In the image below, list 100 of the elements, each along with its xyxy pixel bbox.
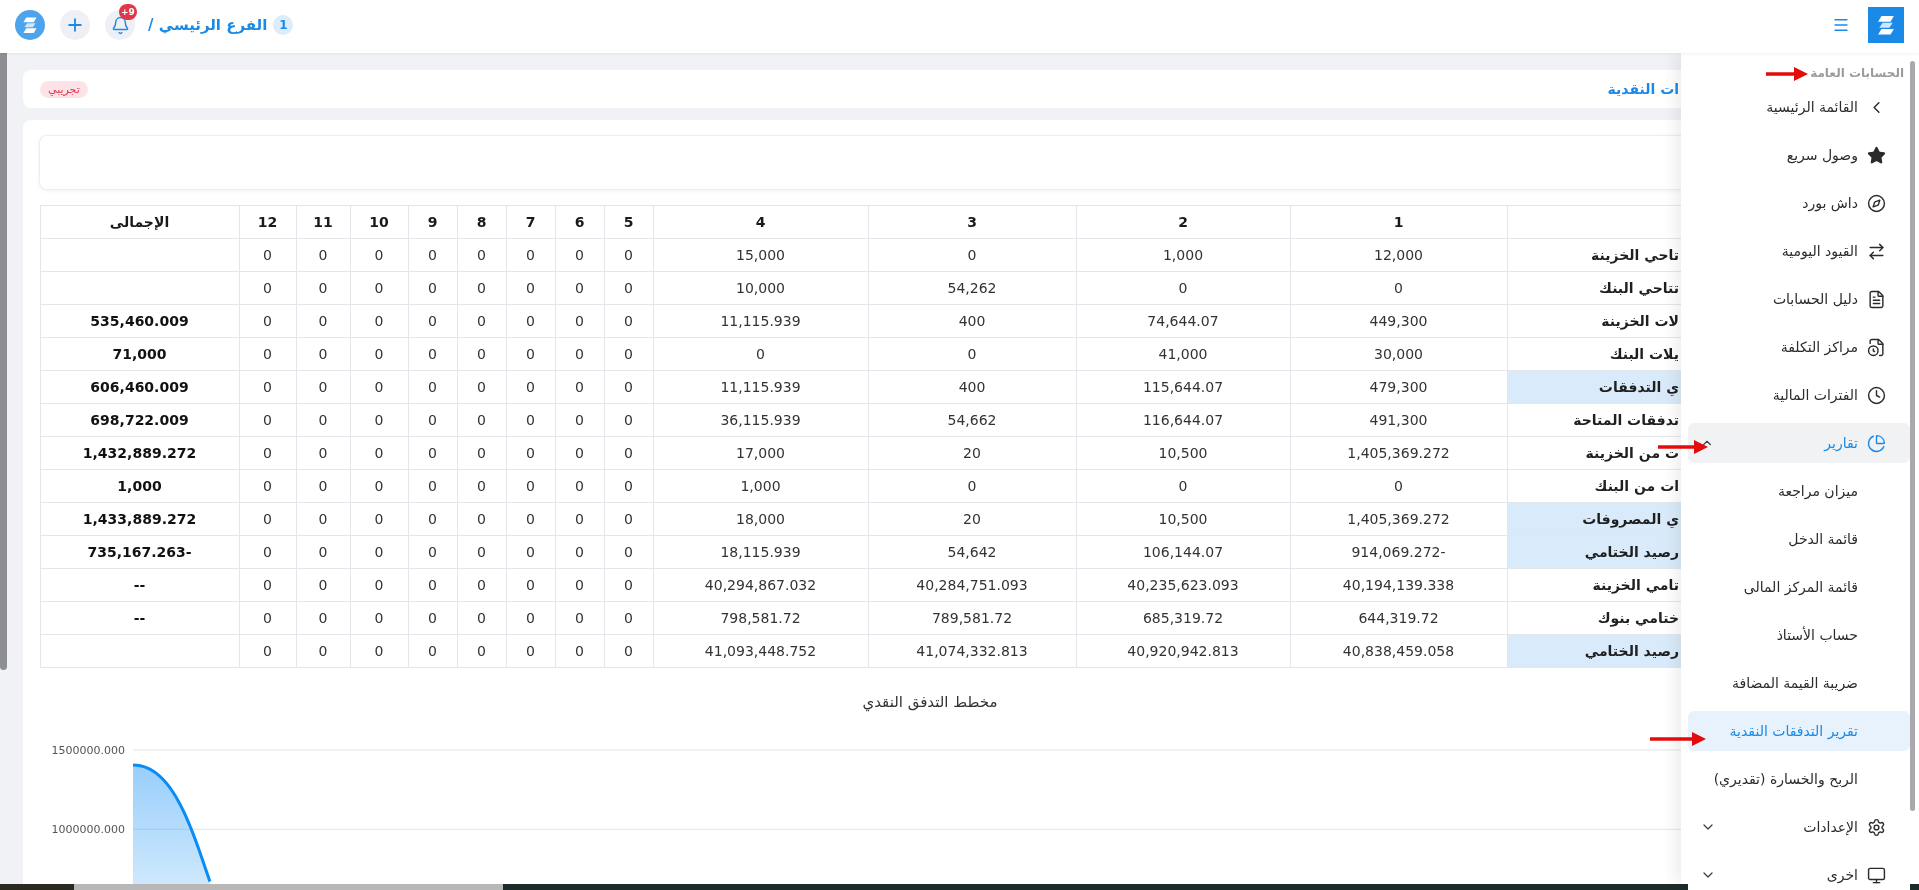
table-cell: 0 [604, 337, 653, 371]
table-cell: 40,194,139.338 [1290, 568, 1507, 602]
table-cell: 0 [408, 370, 457, 404]
table-cell: 0 [239, 337, 296, 371]
table-cell: 0 [296, 403, 350, 437]
row-label: تاحي الخزينة [1507, 238, 1681, 272]
table-cell: 0 [239, 469, 296, 503]
table-cell: 0 [653, 337, 868, 371]
column-header: 4 [653, 205, 868, 239]
row-label: تدفقات المتاحة [1507, 403, 1681, 437]
table-cell: 0 [457, 436, 506, 470]
table-cell: 0 [555, 238, 604, 272]
table-cell: 0 [350, 601, 408, 635]
table-cell: 0 [604, 271, 653, 305]
table-cell: 0 [457, 601, 506, 635]
add-button[interactable] [60, 10, 90, 40]
logo-icon [15, 10, 45, 40]
table-cell: 0 [296, 436, 350, 470]
table-cell: 0 [604, 238, 653, 272]
table-cell: 0 [350, 634, 408, 668]
plus-icon [65, 15, 85, 35]
table-cell: 0 [408, 403, 457, 437]
table-cell: 0 [408, 436, 457, 470]
section-title: الحسابات العامة [1810, 66, 1905, 80]
scrollbar-thumb[interactable] [1910, 61, 1915, 811]
table-cell: 0 [1076, 469, 1290, 503]
table-cell: 0 [350, 568, 408, 602]
table-cell: 116,644.07 [1076, 403, 1290, 437]
table-cell: 0 [350, 370, 408, 404]
table-cell: 40,235,623.093 [1076, 568, 1290, 602]
table-cell: 0 [604, 568, 653, 602]
axis-label: 1500000.000 [51, 744, 125, 757]
axis-label: 1000000.000 [51, 823, 125, 837]
table-cell: 1,405,369.272 [1290, 502, 1507, 536]
table-cell: 74,644.07 [1076, 304, 1290, 338]
demo-label: تجريبي [40, 80, 88, 98]
table-cell: 0 [457, 568, 506, 602]
document-icon [1867, 289, 1886, 309]
table-cell: 0 [350, 337, 408, 371]
table-cell: 0 [506, 370, 555, 404]
row-label: ختامي بنوك [1507, 601, 1681, 635]
table-cell: 0 [457, 634, 506, 668]
compass-icon [1867, 193, 1886, 213]
table-cell: 0 [296, 370, 350, 404]
table-cell: 30,000 [1290, 337, 1507, 371]
table-cell: 0 [457, 403, 506, 437]
table-cell: 0 [239, 403, 296, 437]
table-cell: 0 [239, 568, 296, 602]
column-header: 8 [457, 205, 506, 239]
table-cell: 0 [239, 502, 296, 536]
branch-name[interactable]: الفرع الرئيسي / [148, 13, 268, 37]
row-label: يلات البنك [1507, 337, 1681, 371]
clock-icon [1867, 385, 1886, 405]
table-cell: 0 [604, 436, 653, 470]
table-cell: 11,115.939 [653, 304, 868, 338]
table-cell: 0 [604, 502, 653, 536]
table-cell: 0 [239, 304, 296, 338]
notifications-button[interactable] [105, 10, 135, 40]
column-header: 1 [1290, 205, 1507, 239]
menu-icon[interactable] [1832, 16, 1850, 34]
table-cell: 0 [1076, 271, 1290, 305]
table-cell: 0 [555, 271, 604, 305]
table-cell: 0 [457, 502, 506, 536]
table-cell: 735,167.263- [40, 535, 239, 569]
table-cell: 0 [1290, 271, 1507, 305]
table-cell: 0 [506, 337, 555, 371]
table-cell: 0 [457, 271, 506, 305]
row-label: تتاحي البنك [1507, 271, 1681, 305]
table-cell: 789,581.72 [868, 601, 1076, 635]
logo-icon [1868, 7, 1904, 43]
table-cell: 54,642 [868, 535, 1076, 569]
table-cell: 10,000 [653, 271, 868, 305]
table-cell: 0 [457, 370, 506, 404]
table-cell: 0 [457, 469, 506, 503]
table-cell: 0 [506, 403, 555, 437]
table-cell: 0 [604, 370, 653, 404]
table-cell: 0 [408, 238, 457, 272]
table-cell: 606,460.009 [40, 370, 239, 404]
table-cell: 479,300 [1290, 370, 1507, 404]
table-cell: 0 [408, 535, 457, 569]
table-cell: 40,284,751.093 [868, 568, 1076, 602]
table-cell: 0 [296, 337, 350, 371]
pie-chart-icon [1867, 433, 1886, 453]
row-label: ات من البنك [1507, 469, 1681, 503]
table-cell: 0 [350, 535, 408, 569]
table-cell: 0 [555, 469, 604, 503]
monitor-icon [1867, 865, 1886, 885]
notification-count: +9 [119, 4, 137, 20]
table-cell: 0 [408, 502, 457, 536]
table-cell: 914,069.272- [1290, 535, 1507, 569]
table-cell: 0 [604, 304, 653, 338]
table-cell: 0 [457, 337, 506, 371]
table-cell: 54,662 [868, 403, 1076, 437]
table-cell: 0 [408, 568, 457, 602]
row-label: لات الخزينة [1507, 304, 1681, 338]
scrollbar-thumb[interactable] [0, 53, 7, 670]
table-cell: 40,294,867.032 [653, 568, 868, 602]
table-cell: 0 [555, 568, 604, 602]
table-cell: 115,644.07 [1076, 370, 1290, 404]
table-cell: 0 [506, 304, 555, 338]
